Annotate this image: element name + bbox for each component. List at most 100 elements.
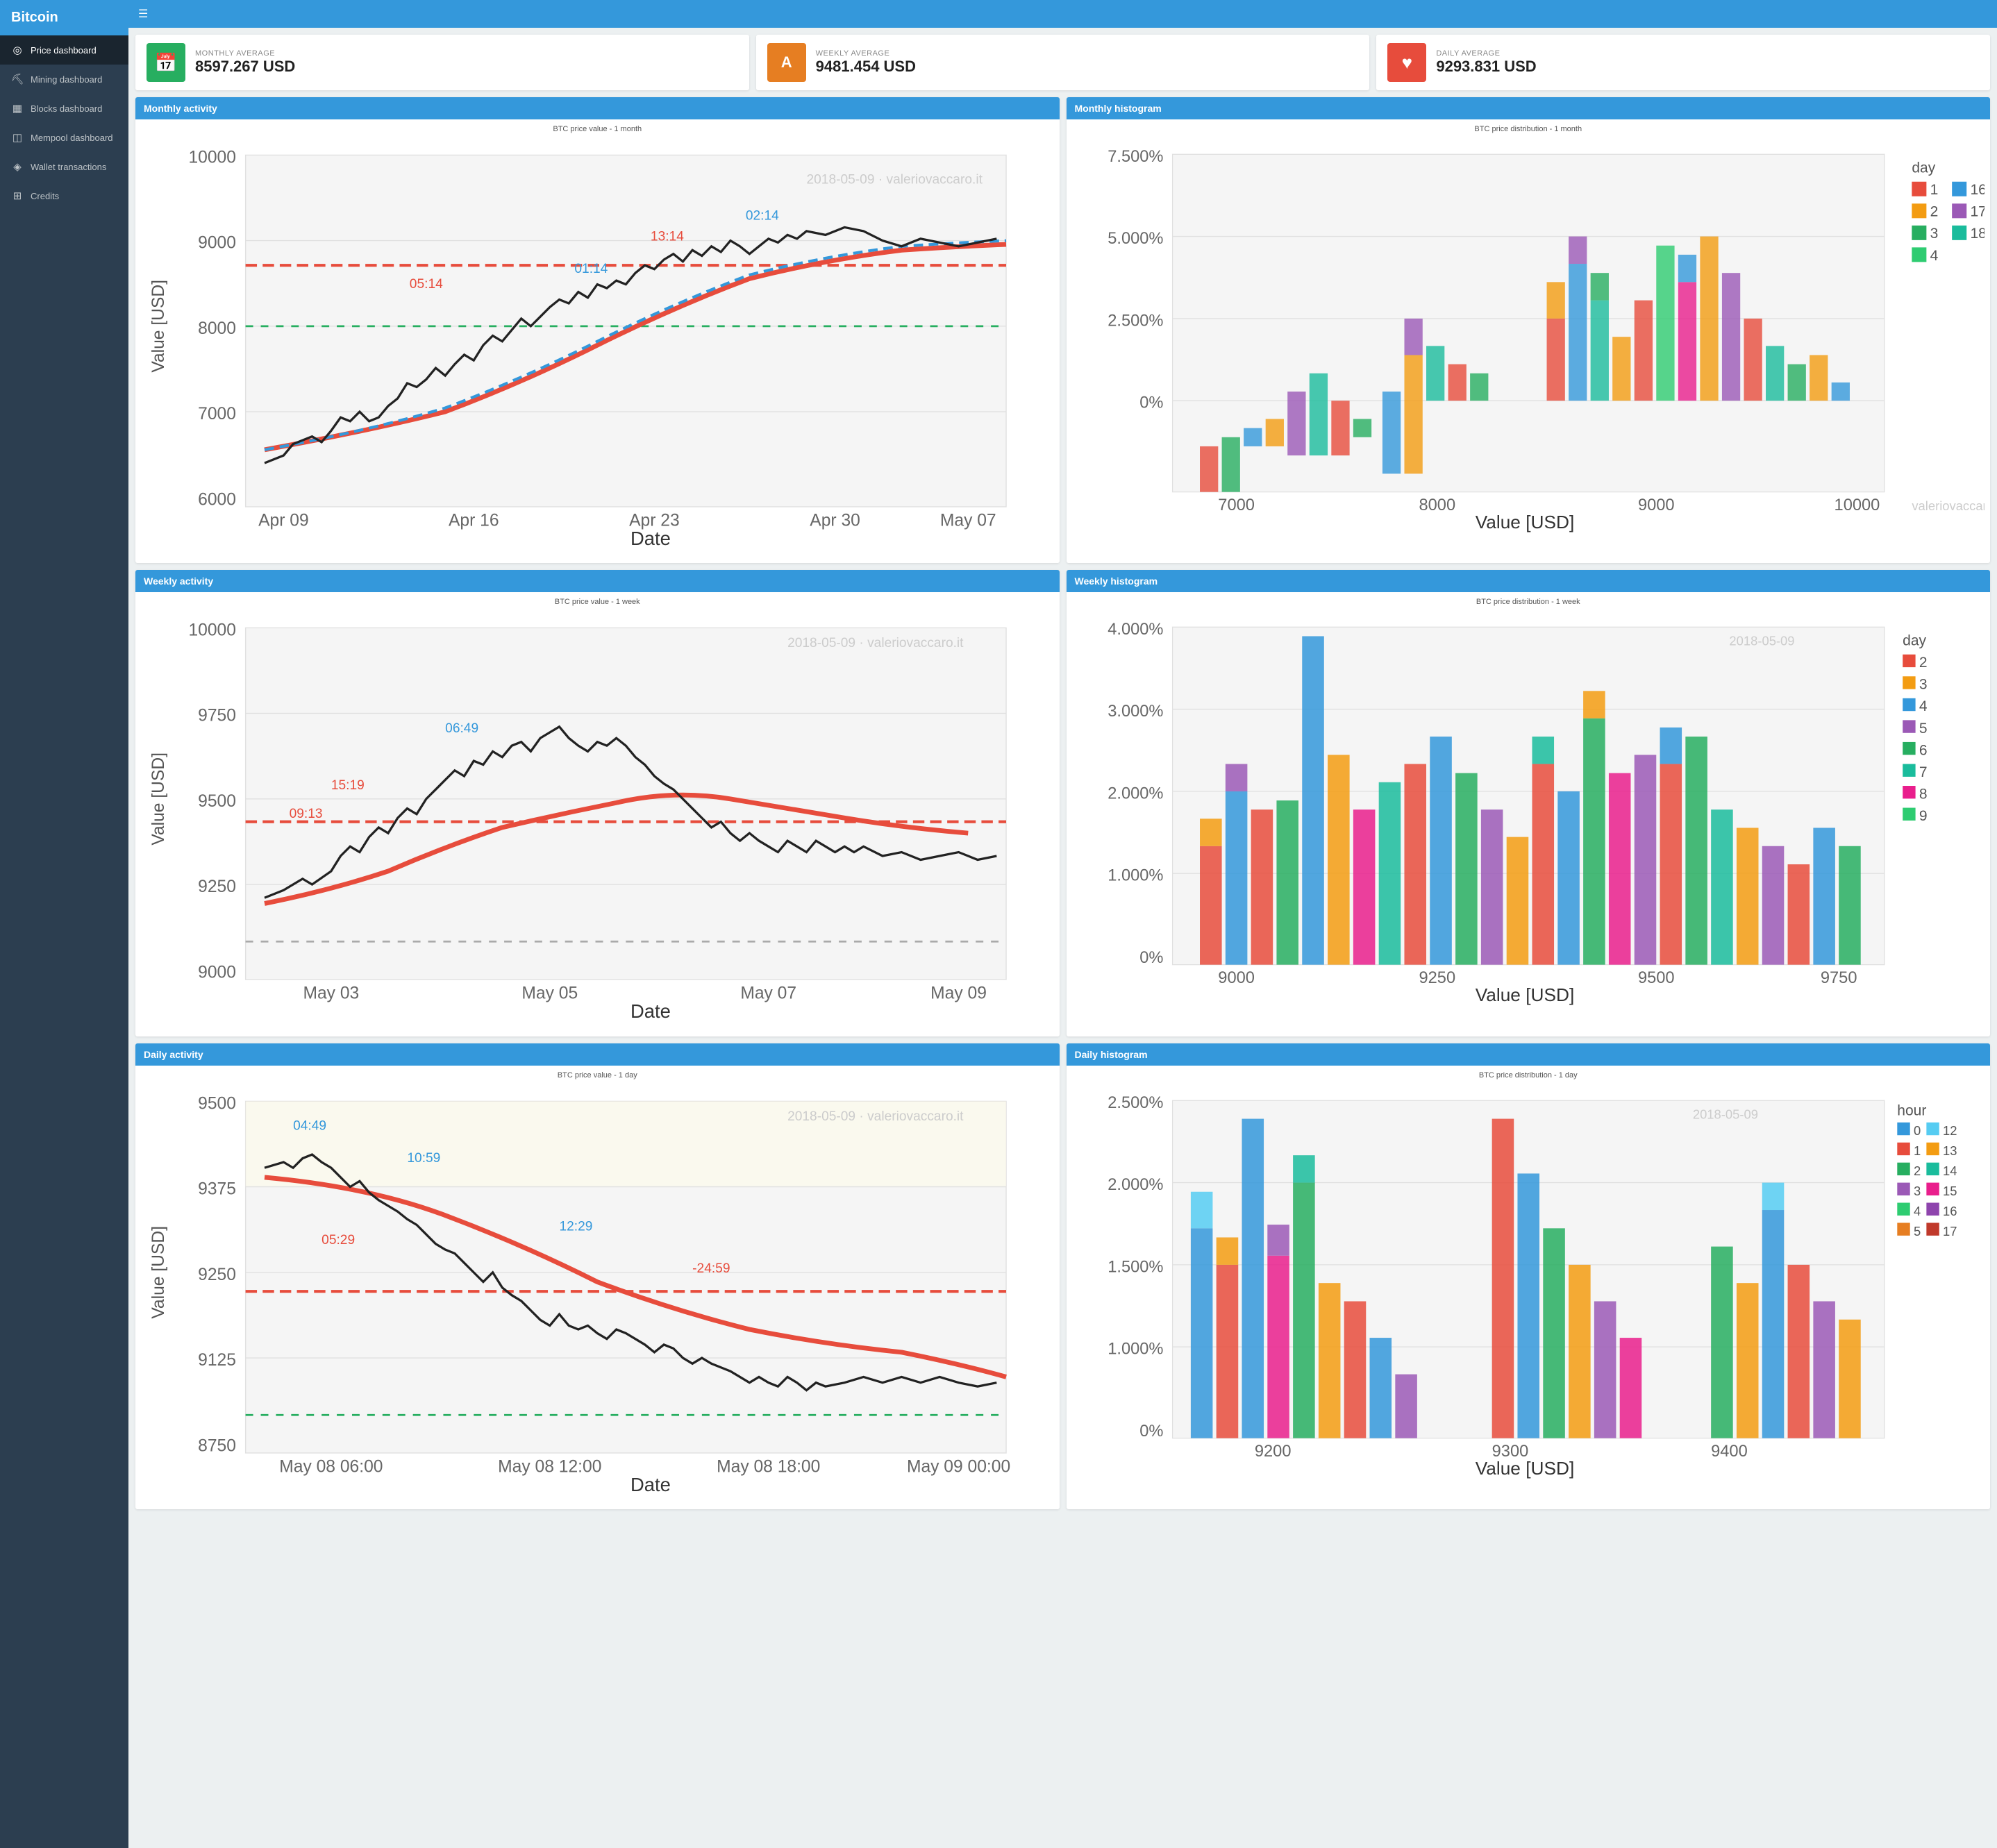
svg-text:Value [USD]: Value [USD] [1475, 1458, 1574, 1479]
svg-text:9750: 9750 [1820, 969, 1857, 987]
main-content: ☰ 📅 MONTHLY AVERAGE 8597.267 USD A WEEKL… [128, 0, 1997, 1848]
svg-text:13: 13 [1943, 1143, 1957, 1158]
svg-text:3.000%: 3.000% [1108, 703, 1163, 721]
daily-average-card: ♥ DAILY AVERAGE 9293.831 USD [1376, 35, 1990, 90]
svg-text:02:14: 02:14 [746, 208, 779, 223]
sidebar-item-label: Wallet transactions [31, 162, 106, 172]
svg-text:8000: 8000 [1419, 496, 1455, 514]
daily-activity-body: BTC price value - 1 day 9500 9375 9250 9… [135, 1066, 1060, 1509]
svg-text:16: 16 [1943, 1204, 1957, 1218]
svg-text:7000: 7000 [1218, 496, 1255, 514]
svg-text:Date: Date [630, 528, 671, 549]
svg-text:9000: 9000 [1218, 969, 1255, 987]
daily-icon: ♥ [1387, 43, 1426, 82]
weekly-histogram-body: BTC price distribution - 1 week 4.000% 3… [1067, 592, 1991, 1019]
app-title-text: Bitcoin [11, 10, 58, 25]
credits-icon: ⊞ [11, 190, 24, 202]
svg-text:Value [USD]: Value [USD] [1475, 985, 1574, 1006]
daily-histogram-body: BTC price distribution - 1 day 2.500% 2.… [1067, 1066, 1991, 1493]
svg-text:2018-05-09 · valeriovaccaro.it: 2018-05-09 · valeriovaccaro.it [787, 636, 964, 650]
svg-text:Apr 30: Apr 30 [810, 511, 860, 530]
svg-text:9500: 9500 [198, 792, 236, 811]
svg-text:9000: 9000 [198, 964, 236, 982]
svg-text:valeriovaccaro: valeriovaccaro [1912, 498, 1985, 513]
svg-text:2.000%: 2.000% [1108, 785, 1163, 803]
svg-text:Value [USD]: Value [USD] [149, 1226, 168, 1319]
svg-text:3: 3 [1919, 677, 1927, 693]
daily-stat-info: DAILY AVERAGE 9293.831 USD [1436, 49, 1536, 76]
weekly-histogram-chart: 4.000% 3.000% 2.000% 1.000% 0% 9000 9250… [1072, 609, 1985, 1010]
blocks-dashboard-icon: ▦ [11, 102, 24, 115]
svg-text:6000: 6000 [198, 490, 236, 509]
svg-text:9125: 9125 [198, 1351, 236, 1370]
svg-text:9: 9 [1919, 808, 1927, 824]
weekly-histogram-subtitle: BTC price distribution - 1 week [1072, 598, 1985, 606]
svg-text:8: 8 [1919, 787, 1927, 803]
svg-text:May 08 12:00: May 08 12:00 [498, 1457, 601, 1476]
menu-icon[interactable]: ☰ [138, 8, 148, 20]
svg-text:0%: 0% [1139, 1422, 1163, 1440]
svg-text:9750: 9750 [198, 707, 236, 725]
svg-text:May 09 00:00: May 09 00:00 [907, 1457, 1010, 1476]
svg-text:1.500%: 1.500% [1108, 1258, 1163, 1276]
sidebar-item-label: Credits [31, 191, 59, 201]
svg-text:0%: 0% [1139, 949, 1163, 967]
daily-activity-card: Daily activity BTC price value - 1 day 9… [135, 1043, 1060, 1509]
app-title: Bitcoin [0, 0, 128, 35]
monthly-activity-title: Monthly activity [144, 103, 217, 114]
monthly-icon: 📅 [147, 43, 185, 82]
svg-text:9400: 9400 [1711, 1443, 1748, 1461]
svg-text:18: 18 [1970, 226, 1985, 242]
sidebar-item-label: Mining dashboard [31, 74, 102, 85]
weekly-histogram-title: Weekly histogram [1075, 576, 1158, 587]
wallet-icon: ◈ [11, 160, 24, 173]
weekly-activity-subtitle: BTC price value - 1 week [141, 598, 1054, 606]
sidebar-item-mining-dashboard[interactable]: ⛏ Mining dashboard [0, 65, 128, 94]
daily-histogram-title: Daily histogram [1075, 1049, 1148, 1060]
monthly-histogram-subtitle: BTC price distribution - 1 month [1072, 125, 1985, 133]
svg-text:-24:59: -24:59 [692, 1261, 730, 1276]
svg-text:2.500%: 2.500% [1108, 1094, 1163, 1112]
monthly-activity-subtitle: BTC price value - 1 month [141, 125, 1054, 133]
svg-text:12:29: 12:29 [559, 1220, 592, 1234]
svg-text:14: 14 [1943, 1164, 1957, 1178]
sidebar-item-mempool-dashboard[interactable]: ◫ Mempool dashboard [0, 123, 128, 152]
weekly-stat-info: WEEKLY AVERAGE 9481.454 USD [816, 49, 916, 76]
daily-label: DAILY AVERAGE [1436, 49, 1536, 58]
monthly-stat-info: MONTHLY AVERAGE 8597.267 USD [195, 49, 295, 76]
sidebar-item-wallet-transactions[interactable]: ◈ Wallet transactions [0, 152, 128, 181]
svg-text:2018-05-09: 2018-05-09 [1729, 634, 1794, 648]
svg-text:9250: 9250 [198, 878, 236, 897]
svg-text:May 09: May 09 [930, 984, 987, 1003]
mining-dashboard-icon: ⛏ [11, 73, 24, 85]
svg-text:7: 7 [1919, 764, 1927, 780]
monthly-histogram-body: BTC price distribution - 1 month 7.500% … [1067, 119, 1991, 546]
svg-text:Value [USD]: Value [USD] [149, 753, 168, 846]
svg-text:09:13: 09:13 [290, 807, 323, 822]
svg-text:9375: 9375 [198, 1180, 236, 1199]
weekly-activity-header: Weekly activity [135, 570, 1060, 592]
daily-activity-subtitle: BTC price value - 1 day [141, 1071, 1054, 1080]
svg-text:hour: hour [1897, 1102, 1926, 1118]
sidebar-item-credits[interactable]: ⊞ Credits [0, 181, 128, 210]
daily-activity-title: Daily activity [144, 1049, 203, 1060]
weekly-average-card: A WEEKLY AVERAGE 9481.454 USD [756, 35, 1370, 90]
daily-histogram-card: Daily histogram BTC price distribution -… [1067, 1043, 1991, 1509]
svg-text:Value [USD]: Value [USD] [1475, 512, 1574, 532]
svg-text:01:14: 01:14 [574, 262, 608, 276]
daily-value: 9293.831 USD [1436, 58, 1536, 76]
svg-text:8750: 8750 [198, 1436, 236, 1455]
sidebar-item-price-dashboard[interactable]: ◎ Price dashboard [0, 35, 128, 65]
svg-text:5: 5 [1913, 1224, 1920, 1238]
svg-text:12: 12 [1943, 1123, 1957, 1138]
mempool-dashboard-icon: ◫ [11, 131, 24, 144]
weekly-value: 9481.454 USD [816, 58, 916, 76]
sidebar-item-blocks-dashboard[interactable]: ▦ Blocks dashboard [0, 94, 128, 123]
weekly-activity-body: BTC price value - 1 week 10000 9750 9500… [135, 592, 1060, 1036]
svg-text:day: day [1903, 633, 1926, 649]
monthly-activity-body: BTC price value - 1 month 10000 9000 800… [135, 119, 1060, 563]
svg-text:2.000%: 2.000% [1108, 1176, 1163, 1194]
svg-text:2018-05-09 · valeriovaccaro.it: 2018-05-09 · valeriovaccaro.it [806, 172, 983, 187]
monthly-activity-header: Monthly activity [135, 97, 1060, 119]
svg-text:7.500%: 7.500% [1108, 148, 1163, 166]
